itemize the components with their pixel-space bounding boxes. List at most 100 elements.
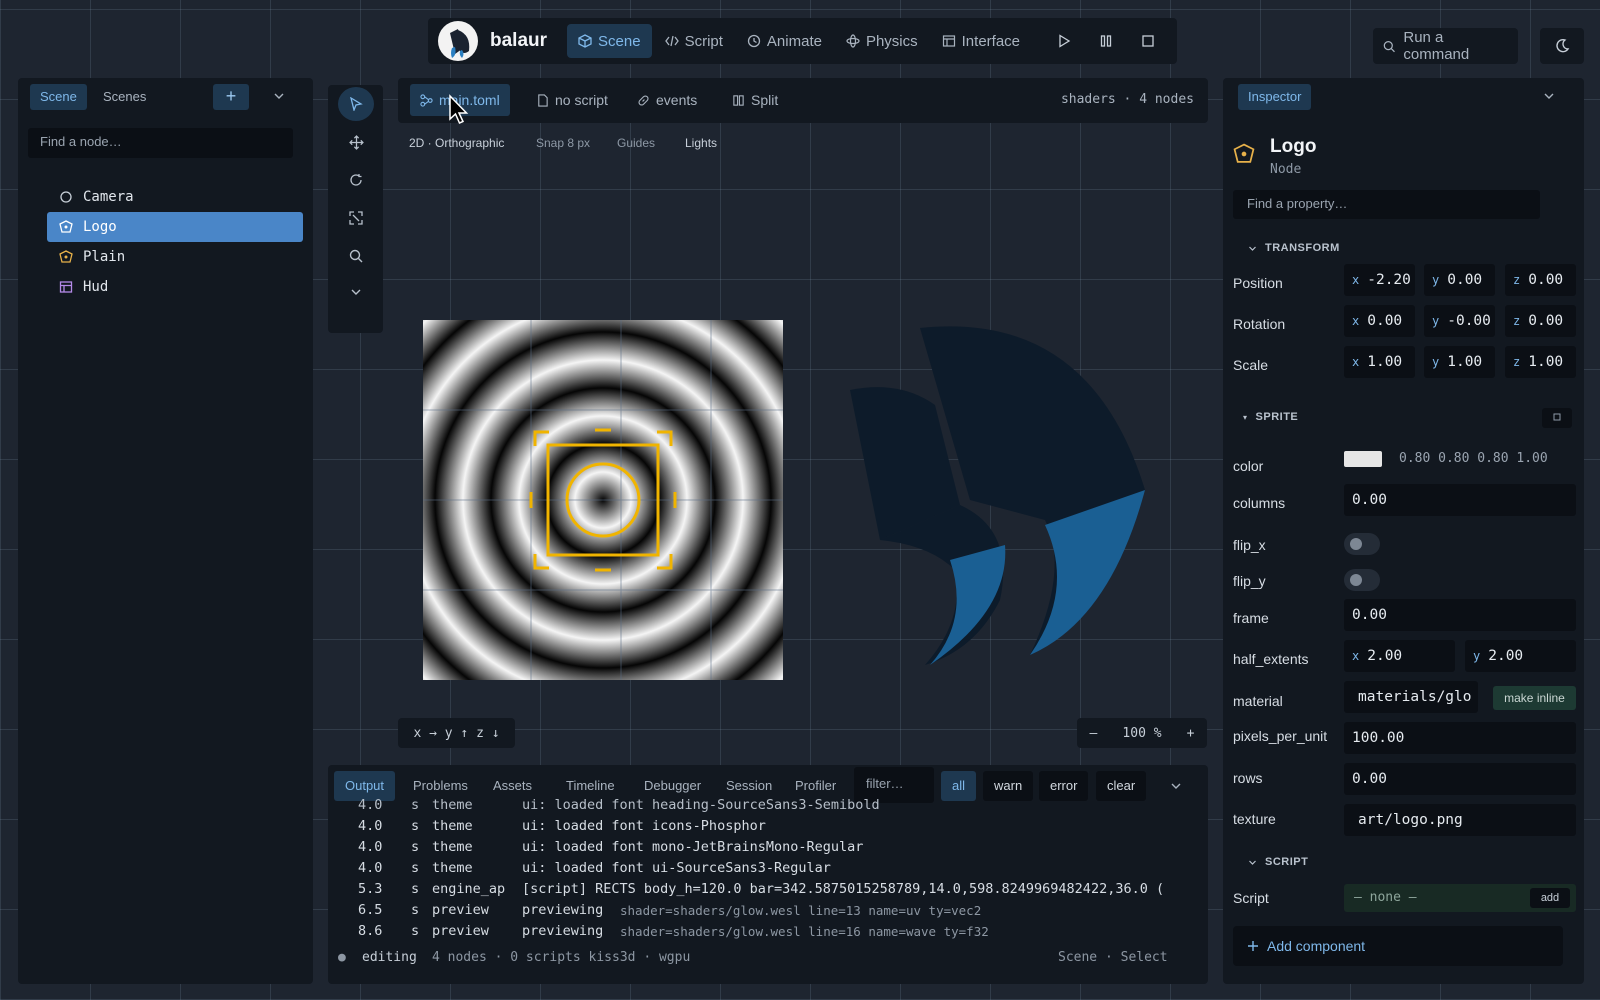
status-mode: Scene · Select bbox=[1058, 950, 1168, 965]
scale-z-field[interactable]: z 1.00 bbox=[1505, 346, 1576, 378]
table-icon bbox=[59, 281, 73, 293]
more-tools-button[interactable] bbox=[338, 275, 374, 309]
status-bar: ● editing 4 nodes · 0 scripts kiss3d · w… bbox=[328, 950, 1208, 972]
add-component-button[interactable]: Add component bbox=[1233, 926, 1563, 966]
search-icon bbox=[1383, 40, 1395, 52]
scale-x-field[interactable]: x 1.00 bbox=[1344, 346, 1415, 378]
log-line: 4.0 s theme ui: loaded font heading-SourceS… bbox=[358, 797, 880, 813]
select-tool-button[interactable] bbox=[338, 87, 374, 121]
rotation-z-field[interactable]: z 0.00 bbox=[1505, 305, 1576, 337]
make-inline-button[interactable]: make inline bbox=[1493, 686, 1576, 710]
color-swatch[interactable] bbox=[1344, 451, 1382, 467]
script-section-header[interactable]: SCRIPT bbox=[1248, 856, 1308, 868]
rotation-y-field[interactable]: y -0.00 bbox=[1424, 305, 1495, 337]
position-z-field[interactable]: z 0.00 bbox=[1505, 264, 1576, 296]
status-state: editing bbox=[362, 950, 417, 965]
half-extents-y-field[interactable]: y 2.00 bbox=[1465, 640, 1576, 672]
zoom-level: 100 % bbox=[1122, 725, 1162, 741]
tab-events[interactable]: events bbox=[627, 84, 707, 116]
rotate-tool-button[interactable] bbox=[338, 163, 374, 197]
scale-tool-button[interactable] bbox=[338, 201, 374, 235]
chevron-down-icon[interactable] bbox=[1543, 90, 1555, 102]
pixels-per-unit-field[interactable]: 100.00 bbox=[1344, 722, 1576, 754]
position-y-field[interactable]: y 0.00 bbox=[1424, 264, 1495, 296]
nav-interface-label: Interface bbox=[961, 32, 1021, 50]
texture-field[interactable]: art/logo.png bbox=[1344, 804, 1576, 836]
tree-item-label: Camera bbox=[83, 189, 134, 205]
rows-label: rows bbox=[1233, 770, 1263, 786]
tab-no-script[interactable]: no script bbox=[526, 84, 618, 116]
sprite-section-header[interactable]: ▾ SPRITE bbox=[1243, 411, 1298, 423]
cube-icon bbox=[578, 34, 592, 48]
scale-y-field[interactable]: y 1.00 bbox=[1424, 346, 1495, 378]
viewport-header: main.toml no script events Split shaders… bbox=[398, 78, 1208, 123]
command-label: Run a command bbox=[1403, 29, 1470, 63]
chevron-down-icon[interactable] bbox=[1170, 780, 1182, 792]
log-line: 6.5 s preview previewing shader=shaders/glow… bbox=[358, 902, 982, 918]
view-mode-label[interactable]: 2D · Orthographic bbox=[409, 136, 504, 150]
moon-icon bbox=[1556, 38, 1570, 53]
frame-field[interactable]: 0.00 bbox=[1344, 599, 1576, 631]
tree-item-plain[interactable]: Plain bbox=[47, 242, 303, 272]
nav-animate[interactable]: Animate bbox=[736, 24, 833, 58]
chevron-down-icon[interactable] bbox=[273, 90, 285, 102]
node-search-input[interactable]: Find a node… bbox=[28, 128, 293, 158]
nav-script[interactable]: Script bbox=[654, 24, 734, 58]
tree-item-label: Hud bbox=[83, 279, 109, 295]
flip-y-label: flip_y bbox=[1233, 573, 1266, 589]
tab-inspector[interactable]: Inspector bbox=[1238, 84, 1312, 110]
nav-physics[interactable]: Physics bbox=[835, 24, 929, 58]
position-x-field[interactable]: x -2.20 bbox=[1344, 264, 1415, 296]
property-search-input[interactable]: Find a property… bbox=[1233, 190, 1540, 219]
rows-field[interactable]: 0.00 bbox=[1344, 763, 1576, 795]
tab-scene[interactable]: Scene bbox=[30, 84, 87, 110]
nav-interface[interactable]: Interface bbox=[931, 24, 1031, 58]
nav-scene[interactable]: Scene bbox=[567, 24, 652, 58]
transform-section-header[interactable]: TRANSFORM bbox=[1248, 242, 1340, 254]
chevron-down-icon bbox=[1249, 860, 1256, 865]
brand-name: balaur bbox=[490, 30, 548, 51]
tab-scenes[interactable]: Scenes bbox=[93, 84, 156, 110]
tree-item-hud[interactable]: Hud bbox=[47, 272, 303, 302]
console-panel: Output Problems Assets Timeline Debugger… bbox=[328, 765, 1208, 984]
plain-sprite-rings[interactable] bbox=[423, 320, 783, 680]
stop-icon bbox=[1142, 35, 1154, 47]
zoom-tool-button[interactable] bbox=[338, 239, 374, 273]
flip-x-toggle[interactable] bbox=[1344, 533, 1380, 555]
pause-icon bbox=[1100, 35, 1112, 47]
add-script-button[interactable]: add bbox=[1530, 888, 1570, 908]
half-extents-x-field[interactable]: x 2.00 bbox=[1344, 640, 1455, 672]
material-label: material bbox=[1233, 693, 1283, 709]
zoom-out-button[interactable]: – bbox=[1090, 726, 1098, 741]
play-button[interactable] bbox=[1045, 22, 1083, 60]
add-node-button[interactable]: + bbox=[213, 84, 249, 110]
columns-field[interactable]: 0.00 bbox=[1344, 484, 1576, 516]
zoom-in-button[interactable]: + bbox=[1187, 726, 1195, 741]
flip-y-toggle[interactable] bbox=[1344, 569, 1380, 591]
theme-toggle-button[interactable] bbox=[1540, 28, 1584, 64]
material-field[interactable]: materials/glo bbox=[1344, 681, 1478, 713]
top-toolbar: balaur Scene Script Animate Physics Inte… bbox=[428, 18, 1177, 64]
pixels-per-unit-label: pixels_per_unit bbox=[1233, 728, 1328, 744]
viewport-info: shaders · 4 nodes bbox=[1060, 92, 1194, 107]
snap-toggle[interactable]: Snap 8 px bbox=[536, 136, 590, 150]
plus-icon bbox=[1248, 941, 1258, 951]
pause-button[interactable] bbox=[1087, 22, 1125, 60]
lights-toggle[interactable]: Lights bbox=[685, 136, 717, 150]
file-icon bbox=[538, 93, 548, 107]
tab-label: Split bbox=[751, 92, 779, 108]
rotate-icon bbox=[350, 174, 362, 186]
logo-sprite[interactable] bbox=[840, 320, 1160, 680]
tab-split[interactable]: Split bbox=[722, 84, 788, 116]
tree-item-camera[interactable]: Camera bbox=[47, 182, 303, 212]
stop-button[interactable] bbox=[1129, 22, 1167, 60]
guides-toggle[interactable]: Guides bbox=[617, 136, 655, 150]
sprite-node-icon bbox=[59, 220, 73, 233]
rotation-x-field[interactable]: x 0.00 bbox=[1344, 305, 1415, 337]
tree-item-logo[interactable]: Logo bbox=[47, 212, 303, 242]
move-tool-button[interactable] bbox=[338, 125, 374, 159]
command-palette-button[interactable]: Run a command bbox=[1373, 28, 1518, 64]
chevron-down-icon bbox=[1249, 246, 1256, 251]
tree-item-label: Plain bbox=[83, 249, 126, 265]
section-options-button[interactable] bbox=[1542, 408, 1572, 428]
